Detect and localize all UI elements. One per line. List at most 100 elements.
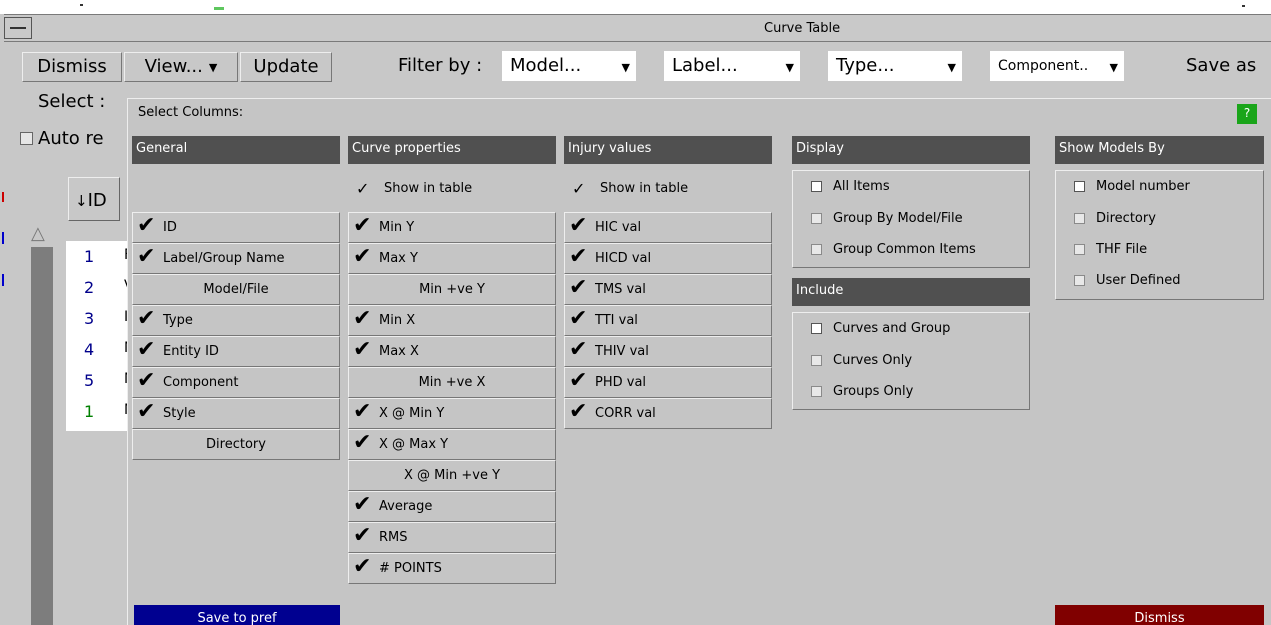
scroll-up-icon[interactable]: △ [31,223,45,244]
help-button[interactable]: ? [1237,104,1257,124]
show-models-option-label: THF File [1096,242,1148,257]
include-option-label: Groups Only [833,384,914,399]
checkbox-icon [20,132,33,145]
dropdown-arrow-icon: ▼ [947,61,956,74]
table-row[interactable]: 2V [66,272,134,303]
curve-column-label: Min +ve Y [419,282,485,297]
general-column-toggle[interactable]: Model/File [132,274,340,305]
general-column-label: Directory [206,437,266,452]
checkmark-icon: ✔ [353,399,372,424]
row-id: 1 [84,402,95,421]
curve-column-label: Min Y [379,220,415,235]
injury-column-toggle[interactable]: ✔ THIV val [564,336,772,367]
curve-column-toggle[interactable]: ✔ Min X [348,305,556,336]
table-row[interactable]: 3I [66,303,130,334]
row-id: 5 [84,371,95,390]
curve-column-label: X @ Max Y [379,437,449,452]
top-green-mark [214,7,224,10]
curve-show-in-table-checkbox[interactable]: ✓ Show in table [348,174,556,205]
show-models-option-label: Directory [1096,211,1156,226]
filter-label-dropdown[interactable]: Label... ▼ [664,51,800,81]
title-bar: Curve Table [4,14,1271,42]
toolbar: Dismiss View... ▼ Update Filter by : Mode… [0,50,1271,82]
injury-show-in-table-checkbox[interactable]: ✓ Show in table [564,174,772,205]
id-column-header[interactable]: ↓ID [68,177,120,221]
general-column-toggle[interactable]: ✔ ID [132,212,340,243]
dismiss-button[interactable]: Dismiss [22,52,122,82]
include-option-label: Curves Only [833,353,913,368]
curve-column-label: RMS [379,530,408,545]
checkmark-icon: ✔ [569,275,588,300]
injury-column-label: TTI val [595,313,638,328]
injury-column-toggle[interactable]: ✔ HIC val [564,212,772,243]
id-header-label: ID [87,190,107,211]
filter-label-label: Label... [672,55,738,76]
update-button[interactable]: Update [240,52,332,82]
general-column-label: Model/File [203,282,269,297]
filter-model-dropdown[interactable]: Model... ▼ [502,51,636,81]
checkmark-icon: ✔ [353,213,372,238]
view-menu-button[interactable]: View... ▼ [124,52,238,82]
minimize-button[interactable] [4,17,32,39]
checkmark-icon: ✔ [137,213,156,238]
auto-refresh-label: Auto re [38,128,104,149]
row-id: 3 [84,309,95,328]
injury-column-label: THIV val [595,344,649,359]
curve-column-toggle[interactable]: Min +ve X [348,367,556,398]
table-row[interactable]: 1F [66,241,132,272]
injury-column-toggle[interactable]: ✔ HICD val [564,243,772,274]
checkmark-icon: ✓ [356,179,370,198]
general-column-toggle[interactable]: Directory [132,429,340,460]
checkmark-icon: ✔ [353,554,372,579]
injury-column-toggle[interactable]: ✔ TMS val [564,274,772,305]
general-column-toggle[interactable]: ✔ Label/Group Name [132,243,340,274]
checkmark-icon: ✔ [353,523,372,548]
dropdown-arrow-icon: ▼ [208,60,218,74]
checkmark-icon: ✔ [569,399,588,424]
general-column-toggle[interactable]: ✔ Type [132,305,340,336]
view-label: View... [144,56,203,77]
curve-table-window: Curve Table Dismiss View... ▼ Update Filt… [0,14,1271,625]
edge-marker [2,232,4,244]
checkmark-icon: ✔ [137,337,156,362]
curve-column-toggle[interactable]: ✔ Min Y [348,212,556,243]
row-id: 2 [84,278,95,297]
save-as-button[interactable]: Save as [1186,55,1256,76]
injury-column-toggle[interactable]: ✔ CORR val [564,398,772,429]
curve-column-toggle[interactable]: ✔ # POINTS [348,553,556,584]
checkmark-icon: ✔ [353,244,372,269]
popup-dismiss-button[interactable]: Dismiss [1055,605,1264,625]
edge-marker [2,274,4,286]
curve-column-toggle[interactable]: X @ Min +ve Y [348,460,556,491]
general-column-toggle[interactable]: ✔ Style [132,398,340,429]
curve-column-toggle[interactable]: ✔ Max Y [348,243,556,274]
table-row[interactable]: 5N [66,365,134,396]
general-heading: General [132,136,340,164]
auto-refresh-checkbox[interactable]: Auto re [20,128,104,149]
radio-icon [811,181,822,192]
curve-column-toggle[interactable]: ✔ Max X [348,336,556,367]
curve-properties-heading: Curve properties [348,136,556,164]
checkmark-icon: ✔ [137,399,156,424]
injury-column-toggle[interactable]: ✔ PHD val [564,367,772,398]
general-column-toggle[interactable]: ✔ Entity ID [132,336,340,367]
scrollbar[interactable] [31,247,53,625]
radio-icon [1074,213,1085,224]
general-column-toggle[interactable]: ✔ Component [132,367,340,398]
general-column-label: Type [163,313,193,328]
save-to-pref-button[interactable]: Save to pref [134,605,340,625]
injury-column-toggle[interactable]: ✔ TTI val [564,305,772,336]
curve-column-label: Average [379,499,433,514]
curve-column-toggle[interactable]: ✔ Average [348,491,556,522]
injury-show-in-table-label: Show in table [600,181,689,196]
curve-column-toggle[interactable]: ✔ X @ Min Y [348,398,556,429]
curve-column-label: X @ Min +ve Y [403,468,501,483]
filter-component-dropdown[interactable]: Component.. ▼ [990,51,1124,81]
radio-icon [811,386,822,397]
curve-column-toggle[interactable]: ✔ RMS [348,522,556,553]
table-row[interactable]: 1N [66,396,134,427]
table-row[interactable]: 4N [66,334,134,365]
filter-type-dropdown[interactable]: Type... ▼ [828,51,962,81]
curve-column-toggle[interactable]: Min +ve Y [348,274,556,305]
curve-column-toggle[interactable]: ✔ X @ Max Y [348,429,556,460]
